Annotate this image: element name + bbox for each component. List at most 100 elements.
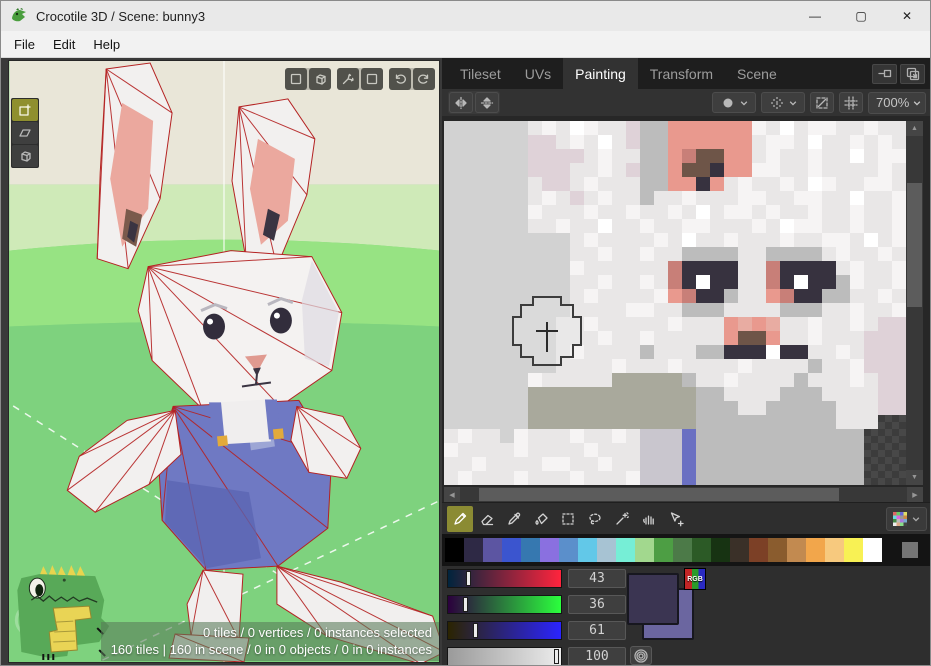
tool-dropper-button[interactable]: [501, 506, 527, 532]
scroll-up-arrow[interactable]: ▲: [906, 121, 923, 136]
texture-paint-canvas[interactable]: [444, 121, 906, 485]
palette-swatch[interactable]: [673, 538, 692, 562]
palette-swatch[interactable]: [540, 538, 559, 562]
palette-swatch[interactable]: [635, 538, 654, 562]
move-button[interactable]: [337, 68, 359, 90]
scroll-right-arrow[interactable]: ▶: [907, 487, 923, 502]
red-slider-handle[interactable]: [466, 571, 471, 586]
palette-swatch[interactable]: [844, 538, 863, 562]
alpha-slider-handle[interactable]: [554, 649, 559, 664]
vertical-scrollbar[interactable]: ▲ ▼: [906, 121, 923, 485]
horizontal-scroll-thumb[interactable]: [479, 488, 839, 501]
palette-swatch[interactable]: [597, 538, 616, 562]
chevron-down-icon: [912, 98, 922, 108]
minimize-button[interactable]: —: [792, 1, 838, 31]
palette-swatch[interactable]: [559, 538, 578, 562]
zoom-level-value: 700%: [876, 95, 909, 110]
texture-canvas-area: ▲ ▼ ◀ ▶: [442, 116, 931, 502]
scene-3d-viewport[interactable]: 0 tiles / 0 vertices / 0 instances selec…: [8, 60, 440, 663]
palette-swatch[interactable]: [768, 538, 787, 562]
tool-lasso-button[interactable]: [582, 506, 608, 532]
tool-bucket-button[interactable]: [528, 506, 554, 532]
dither-rings-button[interactable]: [630, 646, 652, 665]
dock-panel-button[interactable]: [872, 64, 897, 84]
palette-swatch[interactable]: [502, 538, 521, 562]
window-title: Crocotile 3D / Scene: bunny3: [36, 9, 205, 24]
menu-edit[interactable]: Edit: [44, 37, 84, 52]
dither-pattern-dropdown[interactable]: [761, 92, 805, 113]
maximize-button[interactable]: ▢: [838, 1, 884, 31]
palette-swatch[interactable]: [654, 538, 673, 562]
palette-swatch[interactable]: [521, 538, 540, 562]
draw-tile-button[interactable]: [12, 99, 38, 121]
blue-value-field[interactable]: 61: [568, 621, 626, 640]
primary-color-swatch[interactable]: [627, 573, 679, 625]
palette-swatch[interactable]: [806, 538, 825, 562]
tab-scene[interactable]: Scene: [725, 58, 789, 89]
scroll-down-arrow[interactable]: ▼: [906, 470, 923, 485]
red-slider[interactable]: [447, 569, 562, 588]
mirror-vertical-button[interactable]: [475, 92, 499, 113]
palette-grid-icon: [892, 511, 908, 527]
tool-movecur-button[interactable]: [663, 506, 689, 532]
palette-swatch[interactable]: [787, 538, 806, 562]
palette-swatch[interactable]: [578, 538, 597, 562]
close-button[interactable]: ✕: [884, 1, 930, 31]
palette-options-button[interactable]: [902, 542, 918, 558]
redo-button[interactable]: [413, 68, 435, 90]
tile-mode-button[interactable]: [285, 68, 307, 90]
palette-swatch[interactable]: [730, 538, 749, 562]
crocotile-logo-icon: [10, 7, 28, 25]
tool-eraser-button[interactable]: [474, 506, 500, 532]
palette-swatch[interactable]: [863, 538, 882, 562]
palette-swatch[interactable]: [749, 538, 768, 562]
palette-swatch[interactable]: [616, 538, 635, 562]
blue-slider[interactable]: [447, 621, 562, 640]
palette-swatch[interactable]: [464, 538, 483, 562]
tool-marquee-button[interactable]: [555, 506, 581, 532]
tab-transform[interactable]: Transform: [638, 58, 725, 89]
menu-help[interactable]: Help: [84, 37, 129, 52]
palette-swatch[interactable]: [483, 538, 502, 562]
brush-shape-dropdown[interactable]: [712, 92, 756, 113]
rgb-mode-button[interactable]: RGB: [684, 568, 706, 590]
quad-primitive-button[interactable]: [12, 122, 38, 144]
alpha-value-field[interactable]: 100: [568, 647, 626, 666]
zoom-level-dropdown[interactable]: 700%: [868, 92, 926, 114]
mirror-horizontal-button[interactable]: [449, 92, 473, 113]
menu-file[interactable]: File: [5, 37, 44, 52]
green-value-field[interactable]: 36: [568, 595, 626, 614]
popout-panel-button[interactable]: [900, 64, 925, 84]
selection-outline-toggle[interactable]: [810, 92, 834, 113]
select-button[interactable]: [361, 68, 383, 90]
panel-tabs: TilesetUVsPaintingTransformScene: [442, 58, 931, 89]
palette-swatch[interactable]: [692, 538, 711, 562]
cube-primitive-button[interactable]: [12, 145, 38, 167]
viewport-pane: 0 tiles / 0 vertices / 0 instances selec…: [1, 58, 442, 666]
green-slider-handle[interactable]: [463, 597, 468, 612]
tool-hand-button[interactable]: [636, 506, 662, 532]
vertical-scroll-thumb[interactable]: [907, 183, 922, 307]
menu-bar: File Edit Help: [1, 31, 930, 58]
tab-tileset[interactable]: Tileset: [448, 58, 513, 89]
green-slider[interactable]: [447, 595, 562, 614]
palette-swatch[interactable]: [825, 538, 844, 562]
tab-uvs[interactable]: UVs: [513, 58, 563, 89]
undo-button[interactable]: [389, 68, 411, 90]
blue-slider-handle[interactable]: [473, 623, 478, 638]
palette-selector-dropdown[interactable]: [886, 507, 927, 531]
tab-painting[interactable]: Painting: [563, 58, 638, 89]
tool-pencil-button[interactable]: [447, 506, 473, 532]
horizontal-scrollbar[interactable]: ◀ ▶: [444, 487, 923, 502]
red-value-field[interactable]: 43: [568, 569, 626, 588]
alpha-slider[interactable]: [447, 647, 562, 666]
palette-swatch[interactable]: [445, 538, 464, 562]
app-window: Crocotile 3D / Scene: bunny3 — ▢ ✕ File …: [0, 0, 931, 666]
color-palette-strip: [442, 534, 931, 566]
pixel-grid-toggle[interactable]: [839, 92, 863, 113]
palette-swatch[interactable]: [711, 538, 730, 562]
tool-wand-button[interactable]: [609, 506, 635, 532]
painting-toolbar: 700%: [442, 89, 931, 116]
scroll-left-arrow[interactable]: ◀: [444, 487, 460, 502]
cube-mode-button[interactable]: [309, 68, 331, 90]
